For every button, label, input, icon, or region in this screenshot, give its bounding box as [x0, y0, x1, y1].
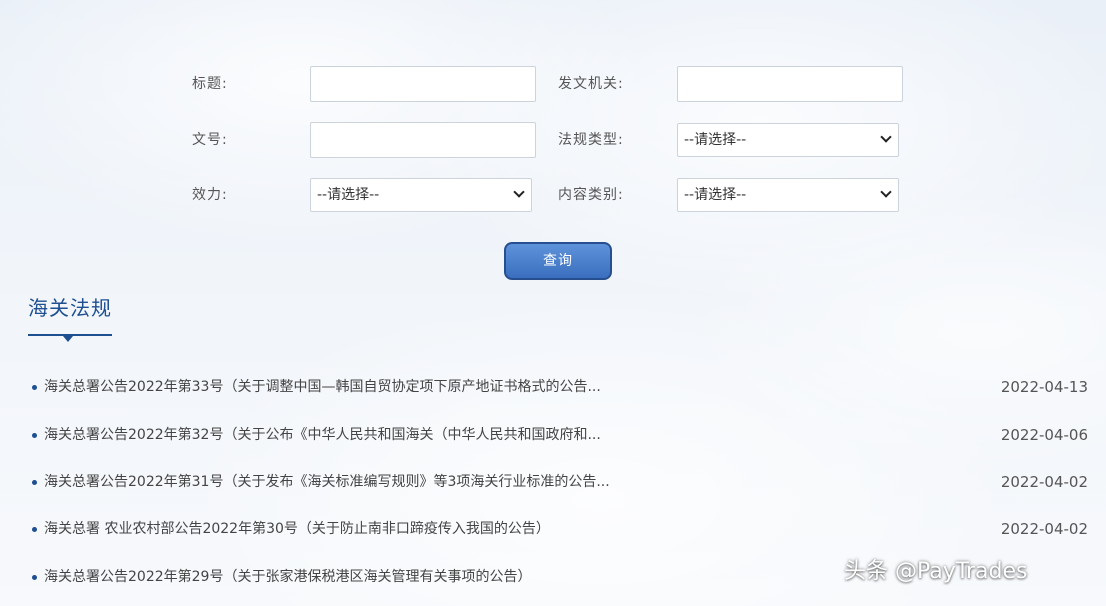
news-date: 2022-04-13 — [1000, 378, 1088, 396]
news-title-link[interactable]: 海关总署 农业农村部公告2022年第30号（关于防止南非口蹄疫传入我国的公告） — [44, 517, 550, 541]
bullet-icon — [32, 385, 37, 390]
news-date: 2022-04-06 — [1000, 426, 1088, 444]
chevron-down-icon — [880, 186, 892, 198]
issuer-input[interactable] — [677, 66, 903, 102]
content-category-value: --请选择-- — [684, 187, 747, 203]
content-category-select[interactable]: --请选择-- — [677, 178, 899, 212]
bullet-icon — [32, 575, 37, 580]
bullet-icon — [32, 480, 37, 485]
caret-down-icon — [63, 336, 73, 342]
doc-no-input[interactable] — [310, 122, 536, 158]
title-input[interactable] — [310, 66, 536, 102]
list-item[interactable]: 海关总署 农业农村部公告2022年第30号（关于防止南非口蹄疫传入我国的公告） … — [30, 517, 1090, 541]
news-title-link[interactable]: 海关总署公告2022年第33号（关于调整中国—韩国自贸协定项下原产地证书格式的公… — [44, 375, 601, 399]
section-title: 海关法规 — [28, 296, 112, 320]
doc-no-label: 文号: — [192, 132, 228, 148]
bullet-icon — [32, 527, 37, 532]
regulation-type-label: 法规类型: — [558, 132, 624, 148]
title-label: 标题: — [192, 76, 228, 92]
validity-select[interactable]: --请选择-- — [310, 178, 532, 212]
query-button[interactable]: 查询 — [504, 242, 612, 280]
bullet-icon — [32, 433, 37, 438]
news-title-link[interactable]: 海关总署公告2022年第29号（关于张家港保税港区海关管理有关事项的公告） — [44, 565, 531, 589]
regulation-type-select[interactable]: --请选择-- — [677, 123, 899, 157]
news-title-link[interactable]: 海关总署公告2022年第31号（关于发布《海关标准编写规则》等3项海关行业标准的… — [44, 470, 610, 494]
list-item[interactable]: 海关总署公告2022年第32号（关于公布《中华人民共和国海关（中华人民共和国政府… — [30, 423, 1090, 447]
chevron-down-icon — [880, 131, 892, 143]
regulation-type-value: --请选择-- — [684, 132, 747, 148]
issuer-label: 发文机关: — [558, 76, 624, 92]
news-date: 2022-04-02 — [1000, 473, 1088, 491]
watermark: 头条 @PayTrades — [844, 559, 1028, 584]
validity-label: 效力: — [192, 187, 228, 203]
list-item[interactable]: 海关总署公告2022年第33号（关于调整中国—韩国自贸协定项下原产地证书格式的公… — [30, 375, 1090, 399]
chevron-down-icon — [513, 186, 525, 198]
news-title-link[interactable]: 海关总署公告2022年第32号（关于公布《中华人民共和国海关（中华人民共和国政府… — [44, 423, 601, 447]
list-item[interactable]: 海关总署公告2022年第31号（关于发布《海关标准编写规则》等3项海关行业标准的… — [30, 470, 1090, 494]
content-category-label: 内容类别: — [558, 187, 624, 203]
news-date: 2022-04-02 — [1000, 520, 1088, 538]
validity-value: --请选择-- — [317, 187, 380, 203]
